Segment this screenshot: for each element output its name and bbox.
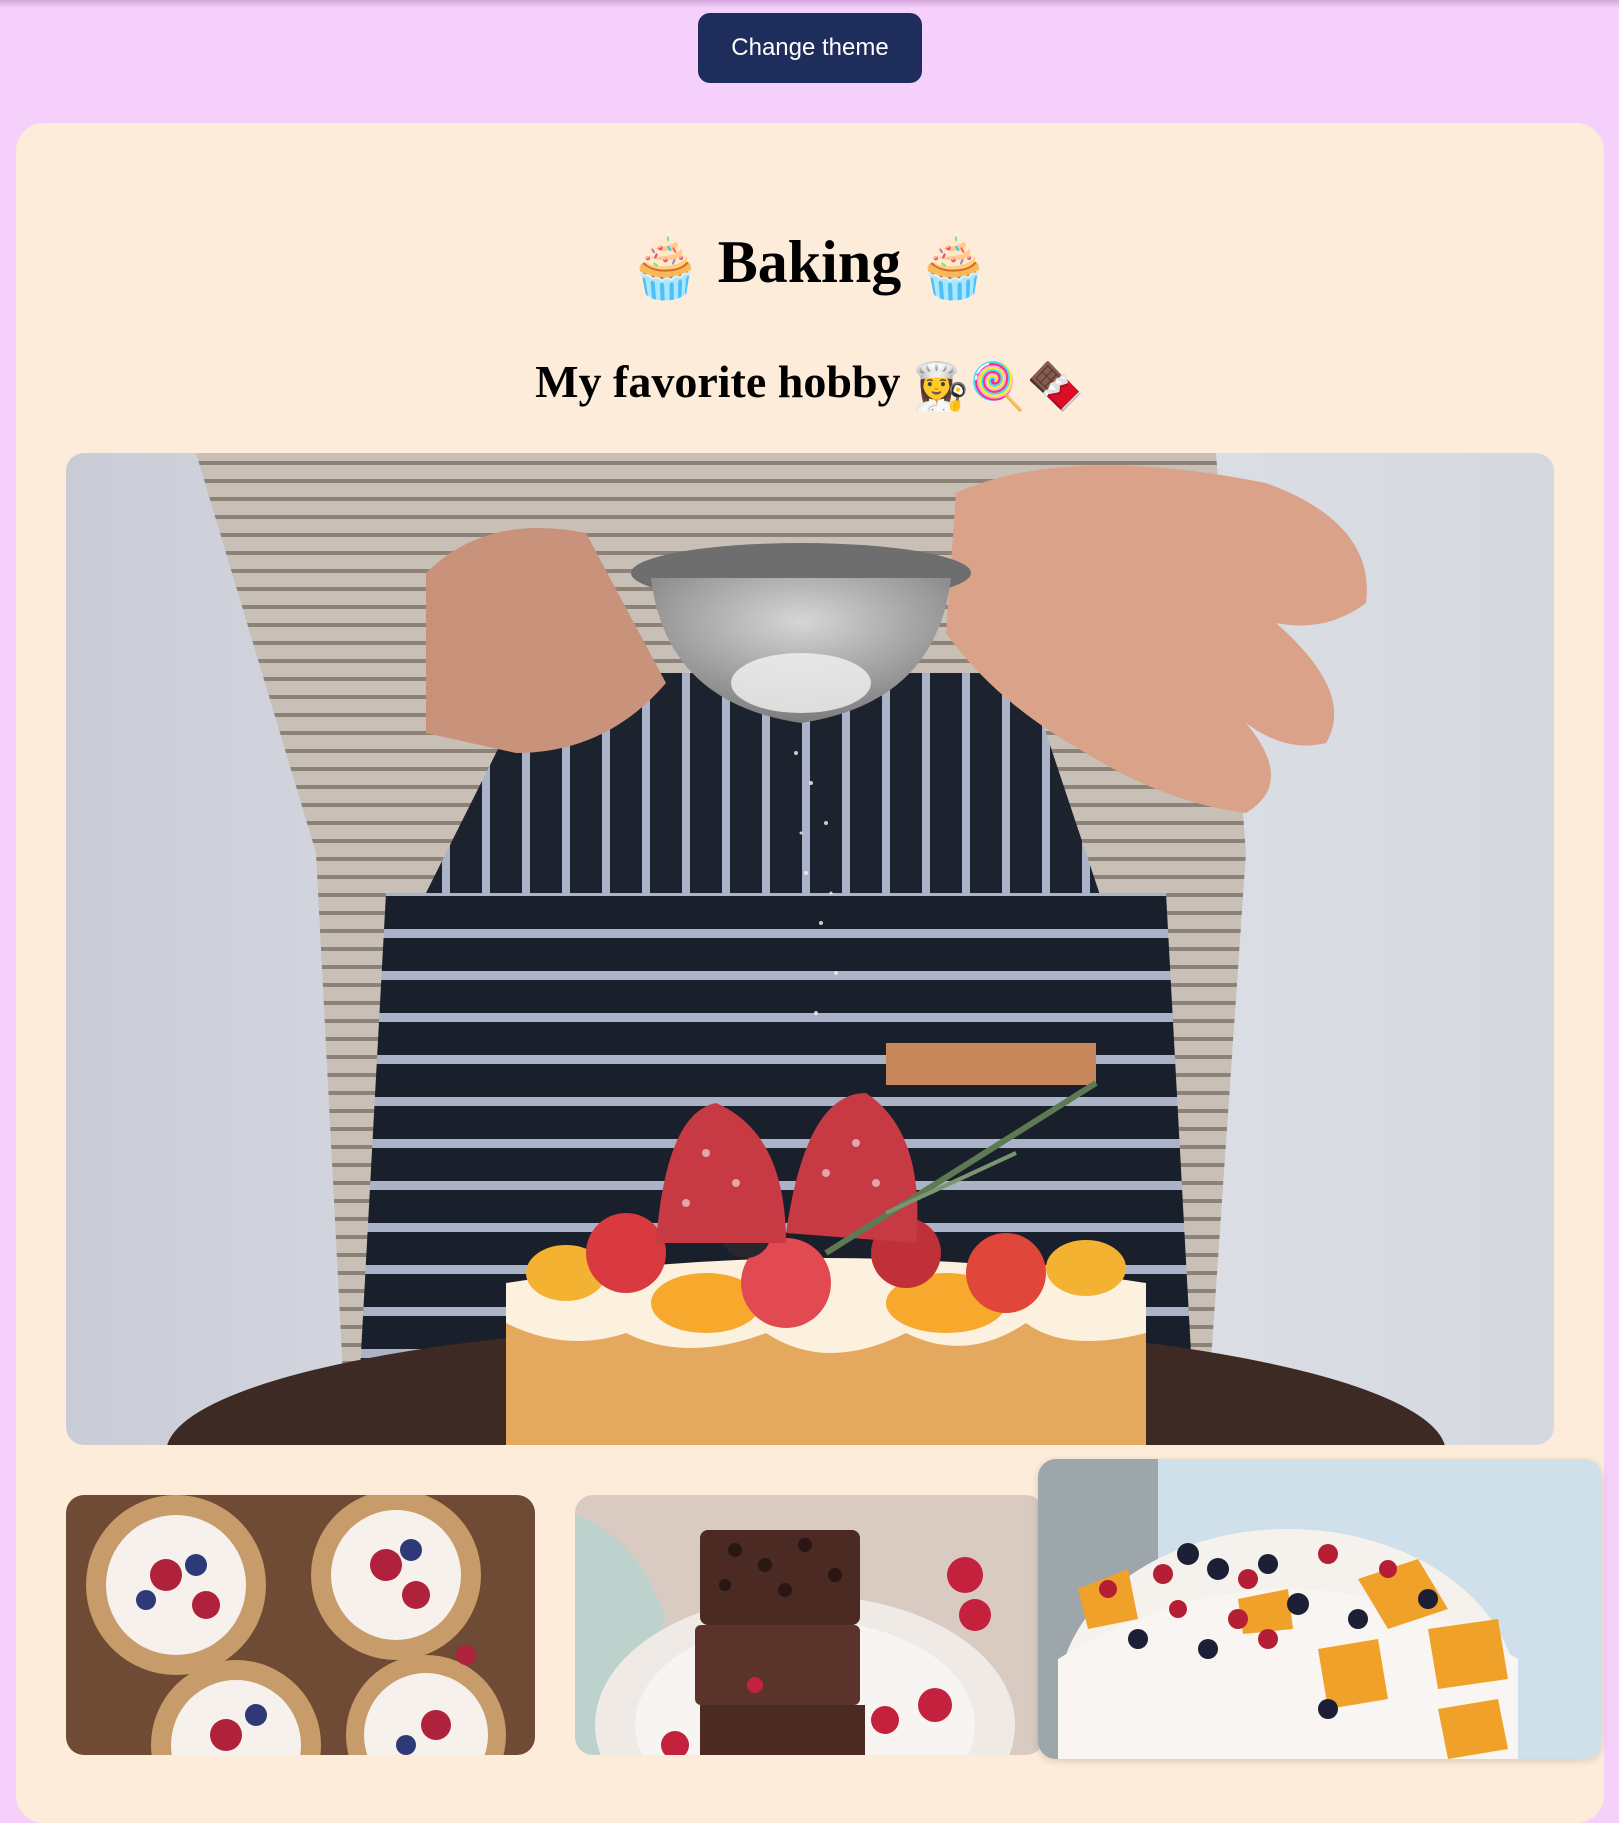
brownies-photo — [575, 1495, 1044, 1755]
gallery-image-brownies — [575, 1495, 1044, 1755]
top-shadow — [0, 0, 1619, 8]
chocolate-bar-icon: 🍫 — [1026, 359, 1084, 414]
hero-photo-baker — [66, 453, 1554, 1445]
hero-image — [66, 453, 1554, 1445]
page-title-text: Baking — [717, 229, 902, 295]
cupcake-icon: 🧁 — [916, 233, 991, 304]
page-subtitle: My favorite hobby 👩‍🍳🍭🍫 — [0, 352, 1619, 416]
berry-tarts-photo — [66, 1495, 535, 1755]
change-theme-button[interactable]: Change theme — [698, 13, 922, 83]
page-title: 🧁 Baking 🧁 — [0, 222, 1619, 308]
cupcake-icon: 🧁 — [628, 233, 703, 304]
chef-icon: 👩‍🍳 — [912, 359, 970, 414]
lollipop-icon: 🍭 — [969, 359, 1027, 414]
page-subtitle-text: My favorite hobby — [535, 356, 901, 407]
gallery-image-fruit-cake — [1038, 1459, 1602, 1759]
gallery-image-berry-tarts — [66, 1495, 535, 1755]
fruit-cake-photo — [1038, 1459, 1602, 1759]
